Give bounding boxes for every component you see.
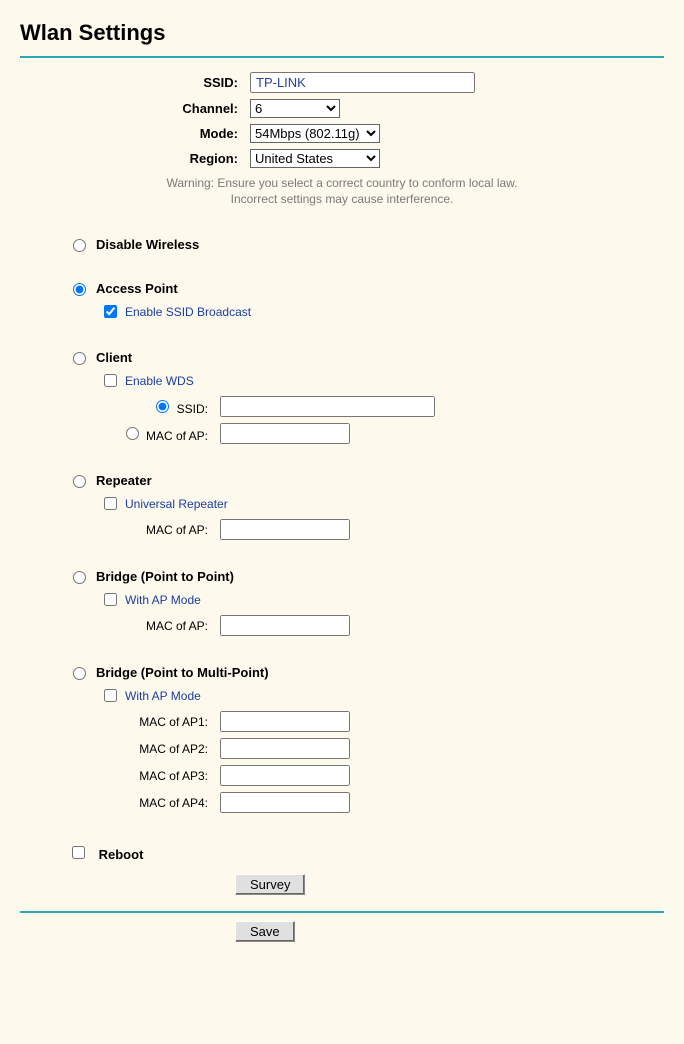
mode-select[interactable]: 54Mbps (802.11g) <box>250 124 380 143</box>
region-select[interactable]: United States <box>250 149 380 168</box>
ptp-with-ap-checkbox[interactable] <box>104 593 117 606</box>
client-label: Client <box>96 350 132 365</box>
survey-button[interactable]: Survey <box>235 874 305 895</box>
ptmp-mac2-label: MAC of AP2: <box>20 742 220 756</box>
repeater-mac-label: MAC of AP: <box>20 523 220 537</box>
disable-wireless-label: Disable Wireless <box>96 237 199 252</box>
repeater-mac-input[interactable] <box>220 519 350 540</box>
divider-bottom <box>20 911 664 913</box>
warning-line-2: Incorrect settings may cause interferenc… <box>20 192 664 206</box>
ptmp-mac4-input[interactable] <box>220 792 350 813</box>
access-point-radio[interactable] <box>73 283 86 296</box>
region-label: Region: <box>20 151 250 166</box>
ptmp-mac3-label: MAC of AP3: <box>20 769 220 783</box>
page-title: Wlan Settings <box>20 20 664 46</box>
bridge-ptmp-label: Bridge (Point to Multi-Point) <box>96 665 269 680</box>
ptmp-mac1-label: MAC of AP1: <box>20 715 220 729</box>
client-mac-label: MAC of AP: <box>146 429 208 443</box>
ptmp-with-ap-label: With AP Mode <box>125 689 201 703</box>
disable-wireless-radio[interactable] <box>73 239 86 252</box>
ptmp-mac1-input[interactable] <box>220 711 350 732</box>
ptmp-mac3-input[interactable] <box>220 765 350 786</box>
repeater-label: Repeater <box>96 473 152 488</box>
ptmp-mac4-label: MAC of AP4: <box>20 796 220 810</box>
reboot-checkbox[interactable] <box>72 846 85 859</box>
enable-wds-label: Enable WDS <box>125 374 194 388</box>
ssid-input[interactable] <box>250 72 475 93</box>
universal-repeater-label: Universal Repeater <box>125 497 228 511</box>
ssid-label: SSID: <box>20 75 250 90</box>
enable-ssid-broadcast-checkbox[interactable] <box>104 305 117 318</box>
warning-line-1: Warning: Ensure you select a correct cou… <box>20 176 664 190</box>
ptp-mac-input[interactable] <box>220 615 350 636</box>
channel-label: Channel: <box>20 101 250 116</box>
client-ssid-label: SSID: <box>177 402 208 416</box>
bridge-ptp-radio[interactable] <box>73 571 86 584</box>
client-mac-radio[interactable] <box>126 427 139 440</box>
enable-wds-checkbox[interactable] <box>104 374 117 387</box>
universal-repeater-checkbox[interactable] <box>104 497 117 510</box>
access-point-label: Access Point <box>96 281 178 296</box>
client-mac-input[interactable] <box>220 423 350 444</box>
ptmp-with-ap-checkbox[interactable] <box>104 689 117 702</box>
channel-select[interactable]: 6 <box>250 99 340 118</box>
mode-label: Mode: <box>20 126 250 141</box>
client-ssid-radio[interactable] <box>156 400 169 413</box>
bridge-ptmp-radio[interactable] <box>73 667 86 680</box>
divider-top <box>20 56 664 58</box>
bridge-ptp-label: Bridge (Point to Point) <box>96 569 234 584</box>
client-radio[interactable] <box>73 352 86 365</box>
enable-ssid-broadcast-label: Enable SSID Broadcast <box>125 305 251 319</box>
save-button[interactable]: Save <box>235 921 295 942</box>
reboot-label: Reboot <box>99 847 144 862</box>
repeater-radio[interactable] <box>73 475 86 488</box>
client-ssid-input[interactable] <box>220 396 435 417</box>
ptmp-mac2-input[interactable] <box>220 738 350 759</box>
ptp-with-ap-label: With AP Mode <box>125 593 201 607</box>
ptp-mac-label: MAC of AP: <box>20 619 220 633</box>
